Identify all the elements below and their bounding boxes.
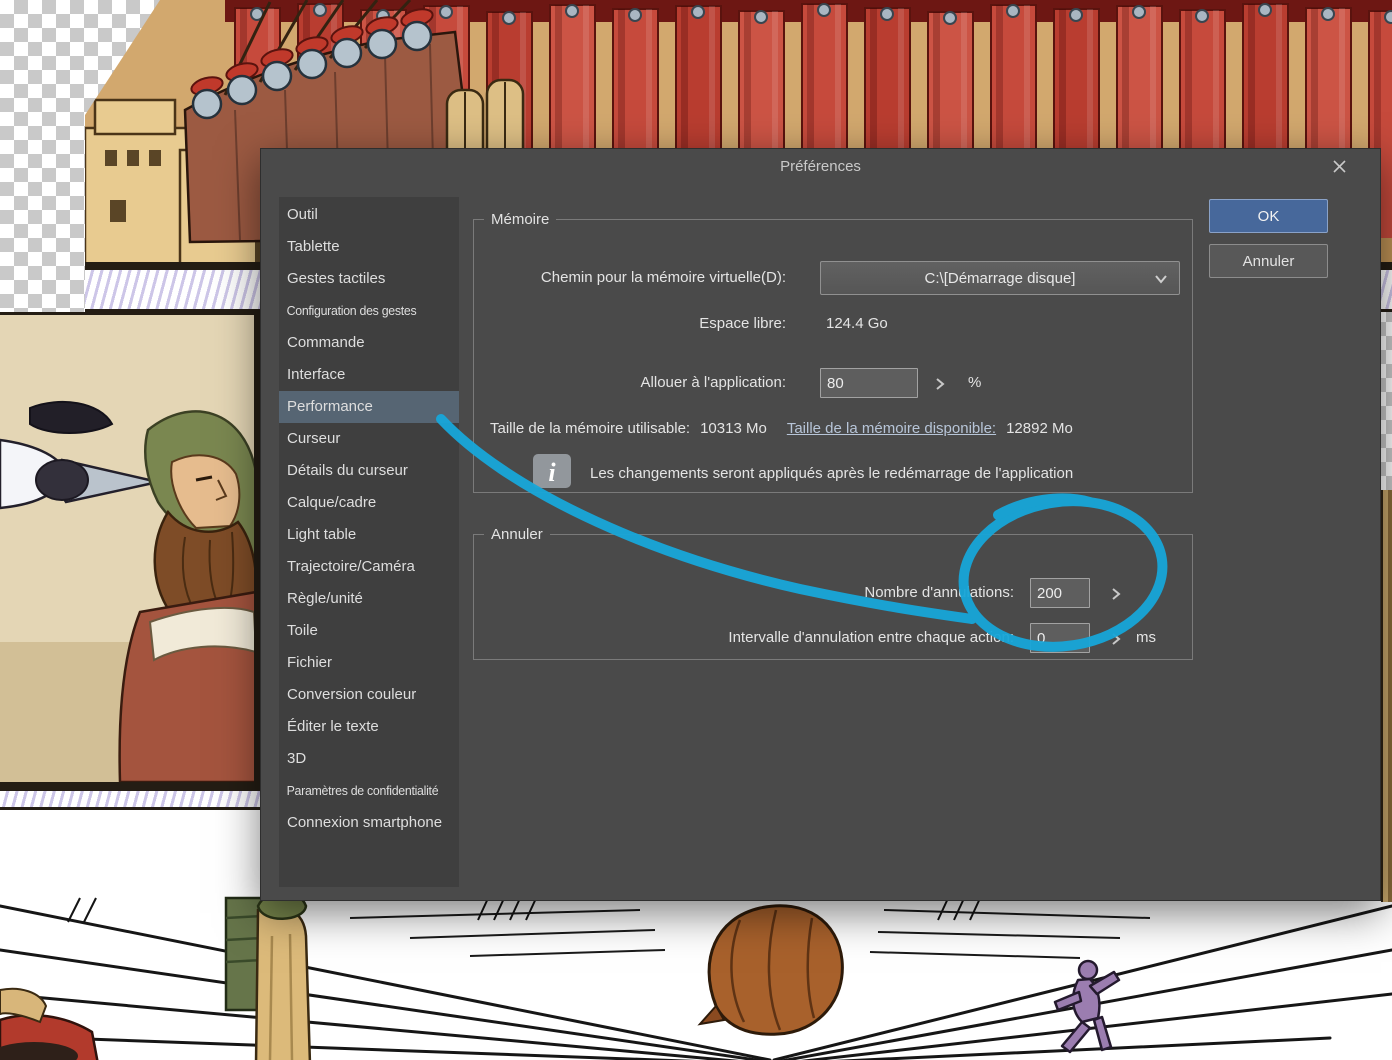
sidebar-item-regle-unite[interactable]: Règle/unité [279,583,459,615]
sidebar-item-parametres-confidentialite[interactable]: Paramètres de confidentialité [279,775,450,807]
sidebar-item-gestes-tactiles[interactable]: Gestes tactiles [279,263,459,295]
sidebar-item-editer-le-texte[interactable]: Éditer le texte [279,711,459,743]
svg-text:i: i [548,458,556,487]
sidebar-item-tablette[interactable]: Tablette [279,231,459,263]
available-memory-value: 12892 Mo [1006,420,1073,437]
allocate-label: Allouer à l'application: [640,374,786,391]
undo-interval-input[interactable] [1030,623,1090,653]
sidebar-item-interface[interactable]: Interface [279,359,459,391]
sidebar-item-trajectoire-camera[interactable]: Trajectoire/Caméra [279,551,459,583]
undo-count-label: Nombre d'annulations: [864,584,1014,601]
allocate-expand-icon[interactable] [932,376,948,392]
close-icon[interactable] [1331,158,1347,174]
sidebar-item-outil[interactable]: Outil [279,199,459,231]
memory-group: Mémoire Chemin pour la mémoire virtuelle… [473,211,1193,493]
sidebar-item-performance[interactable]: Performance [279,391,459,423]
info-icon: i [532,453,572,493]
usable-memory-label: Taille de la mémoire utilisable: [490,420,691,437]
sidebar-item-fichier[interactable]: Fichier [279,647,459,679]
memory-size-row: Taille de la mémoire utilisable: 10313 M… [490,420,1073,437]
sidebar-item-3d[interactable]: 3D [279,743,459,775]
memory-group-legend: Mémoire [491,211,550,228]
virtual-memory-label: Chemin pour la mémoire virtuelle(D): [540,269,786,286]
virtual-memory-dropdown[interactable]: C:\[Démarrage disque] [820,261,1180,295]
virtual-memory-value: C:\[Démarrage disque] [924,269,1076,287]
sidebar-item-toile[interactable]: Toile [279,615,459,647]
undo-interval-label: Intervalle d'annulation entre chaque act… [728,629,1014,646]
sidebar-item-curseur[interactable]: Curseur [279,423,459,455]
sidebar-item-calque-cadre[interactable]: Calque/cadre [279,487,459,519]
preferences-dialog: Préférences Outil Tablette Gestes tactil… [260,148,1381,901]
comic-gutter-left [0,788,262,810]
allocate-unit: % [968,374,982,391]
ok-button[interactable]: OK [1209,199,1328,233]
available-memory-link[interactable]: Taille de la mémoire disponible: [787,420,996,437]
undo-count-input[interactable] [1030,578,1090,608]
category-list: Outil Tablette Gestes tactiles Configura… [279,197,459,887]
screenshot-root: Préférences Outil Tablette Gestes tactil… [0,0,1392,1060]
sidebar-item-connexion-smartphone[interactable]: Connexion smartphone [279,807,459,839]
allocate-input[interactable] [820,368,918,398]
cancel-button[interactable]: Annuler [1209,244,1328,278]
dialog-titlebar[interactable]: Préférences [261,149,1380,183]
chevron-down-icon [1152,270,1170,292]
restart-notice: Les changements seront appliqués après l… [590,465,1074,482]
undo-interval-expand-icon[interactable] [1108,631,1124,647]
free-space-value: 124.4 Go [826,315,888,332]
comic-panel-bearded-man [0,312,262,788]
undo-group: Annuler Nombre d'annulations: Intervalle… [473,526,1193,660]
undo-count-expand-icon[interactable] [1108,586,1124,602]
sidebar-item-configuration-des-gestes[interactable]: Configuration des gestes [279,295,450,327]
sidebar-item-commande[interactable]: Commande [279,327,459,359]
comic-panel-right-sliver [1381,490,1392,902]
sidebar-item-details-du-curseur[interactable]: Détails du curseur [279,455,459,487]
usable-memory-value: 10313 Mo [700,420,767,437]
sidebar-item-conversion-couleur[interactable]: Conversion couleur [279,679,459,711]
dialog-title: Préférences [780,157,861,175]
undo-interval-unit: ms [1136,629,1156,646]
free-space-label: Espace libre: [699,315,786,332]
sidebar-item-light-table[interactable]: Light table [279,519,459,551]
undo-group-legend: Annuler [491,526,543,543]
